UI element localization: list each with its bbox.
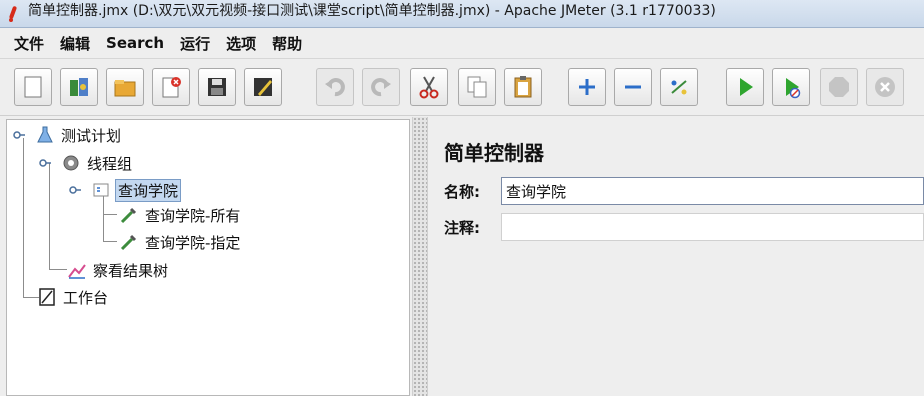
main-area: 测试计划 线程组 查询学院 查询学院-所有 查询学院-指定 察看结果树 工作台 … <box>0 117 924 396</box>
undo-icon <box>325 78 345 97</box>
tree-node-simple-controller[interactable]: 查询学院 <box>69 178 182 202</box>
thread-group-icon <box>61 153 81 173</box>
name-label: 名称: <box>444 182 480 201</box>
tree-node-label: 线程组 <box>87 154 133 173</box>
tree-node-label: 测试计划 <box>61 126 122 145</box>
menu-help[interactable]: 帮助 <box>264 33 310 54</box>
start-icon <box>740 78 753 96</box>
menu-search[interactable]: Search <box>98 34 172 52</box>
tree-node-sampler-all[interactable]: 查询学院-所有 <box>119 204 242 226</box>
open-folder-icon <box>114 80 136 97</box>
shutdown-icon <box>875 77 895 97</box>
paste-button[interactable] <box>504 68 542 106</box>
tree-connector <box>49 163 50 269</box>
shutdown-button[interactable] <box>866 68 904 106</box>
test-tree[interactable]: 测试计划 线程组 查询学院 查询学院-所有 查询学院-指定 察看结果树 工作台 <box>6 119 410 396</box>
tree-expanded-handle-icon[interactable] <box>39 157 51 169</box>
results-tree-icon <box>67 260 87 280</box>
tree-connector <box>49 269 67 270</box>
name-field[interactable] <box>501 177 924 205</box>
test-plan-icon <box>35 125 55 145</box>
stop-icon <box>829 77 849 97</box>
copy-icon <box>467 76 487 98</box>
menu-run[interactable]: 运行 <box>172 33 218 54</box>
start-button[interactable] <box>726 68 764 106</box>
paste-icon <box>514 76 532 98</box>
menu-file[interactable]: 文件 <box>6 33 52 54</box>
toggle-icon <box>671 80 687 95</box>
tree-expanded-handle-icon[interactable] <box>69 184 81 196</box>
tree-connector <box>23 138 24 298</box>
name-row: 名称: <box>444 177 924 205</box>
tree-expanded-handle-icon[interactable] <box>13 129 25 141</box>
tree-node-results-tree[interactable]: 察看结果树 <box>67 259 170 281</box>
start-no-timers-icon <box>786 78 801 99</box>
menu-options[interactable]: 选项 <box>218 33 264 54</box>
comment-label: 注释: <box>444 218 480 237</box>
toggle-button[interactable] <box>660 68 698 106</box>
save-button[interactable] <box>198 68 236 106</box>
tree-node-workbench[interactable]: 工作台 <box>37 286 110 308</box>
menu-edit[interactable]: 编辑 <box>52 33 98 54</box>
cut-icon <box>419 76 439 99</box>
copy-button[interactable] <box>458 68 496 106</box>
http-sampler-icon <box>119 232 139 252</box>
expand-all-button[interactable] <box>568 68 606 106</box>
tree-node-thread-group[interactable]: 线程组 <box>39 152 134 174</box>
new-button[interactable] <box>14 68 52 106</box>
tree-node-label: 查询学院-指定 <box>145 233 241 252</box>
stop-button[interactable] <box>820 68 858 106</box>
cut-button[interactable] <box>410 68 448 106</box>
split-pane-divider[interactable] <box>412 117 428 396</box>
save-icon <box>208 78 226 96</box>
simple-controller-icon <box>91 180 111 200</box>
window-title-bar: 简单控制器.jmx (D:\双元\双元视频-接口测试\课堂script\简单控制… <box>0 0 924 28</box>
start-no-timers-button[interactable] <box>772 68 810 106</box>
tree-node-label: 工作台 <box>63 288 109 307</box>
close-file-icon <box>162 77 181 98</box>
save-as-icon <box>254 78 272 96</box>
collapse-all-button[interactable] <box>614 68 652 106</box>
workbench-icon <box>37 287 57 307</box>
tree-node-label: 查询学院-所有 <box>145 206 241 225</box>
redo-icon <box>371 78 391 97</box>
tree-node-label: 查询学院 <box>115 178 182 202</box>
undo-button[interactable] <box>316 68 354 106</box>
templates-button[interactable] <box>60 68 98 106</box>
templates-icon <box>70 78 88 96</box>
redo-button[interactable] <box>362 68 400 106</box>
collapse-icon <box>625 85 641 89</box>
tree-node-test-plan[interactable]: 测试计划 <box>13 124 123 146</box>
tree-connector <box>103 214 117 215</box>
tree-connector <box>103 241 117 242</box>
comment-row: 注释: <box>444 213 924 241</box>
close-button[interactable] <box>152 68 190 106</box>
http-sampler-icon <box>119 205 139 225</box>
open-button[interactable] <box>106 68 144 106</box>
expand-icon <box>579 79 595 95</box>
tree-node-label: 察看结果树 <box>93 261 169 280</box>
save-as-button[interactable] <box>244 68 282 106</box>
panel-title: 简单控制器 <box>444 141 544 165</box>
tree-node-sampler-specific[interactable]: 查询学院-指定 <box>119 231 242 253</box>
toolbar <box>0 59 924 116</box>
menu-bar: 文件 编辑 Search 运行 选项 帮助 <box>0 28 924 59</box>
comment-field[interactable] <box>501 213 924 241</box>
new-file-icon <box>24 76 42 98</box>
window-title: 简单控制器.jmx (D:\双元\双元视频-接口测试\课堂script\简单控制… <box>28 2 716 19</box>
jmeter-feather-icon <box>6 6 20 22</box>
element-config-panel: 简单控制器 名称: 注释: <box>430 117 924 396</box>
